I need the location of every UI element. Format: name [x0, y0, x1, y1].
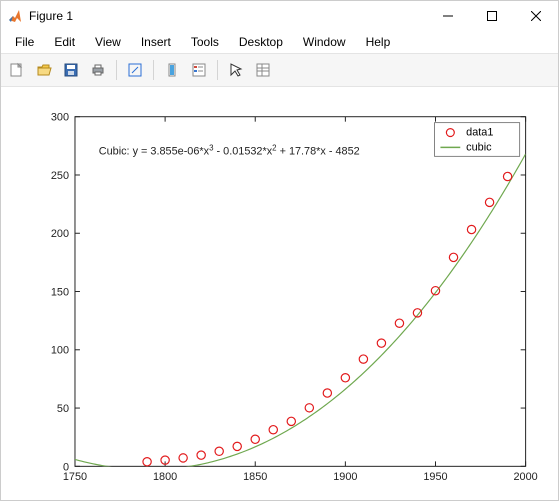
menu-edit[interactable]: Edit [44, 33, 85, 51]
x-tick-label: 2000 [514, 471, 538, 483]
minimize-button[interactable] [426, 1, 470, 31]
y-tick-label: 200 [51, 228, 69, 240]
y-tick-label: 0 [63, 461, 69, 473]
y-tick-label: 150 [51, 286, 69, 298]
open-property-inspector-button[interactable] [251, 58, 275, 82]
toolbar [1, 53, 558, 87]
fit-equation-text: Cubic: y = 3.855e-06*x3 - 0.01532*x2 + 1… [99, 143, 360, 158]
legend-label-0: data1 [466, 127, 493, 139]
x-tick-label: 1850 [243, 471, 267, 483]
menu-help[interactable]: Help [356, 33, 401, 51]
menubar: File Edit View Insert Tools Desktop Wind… [1, 31, 558, 53]
insert-legend-button[interactable] [187, 58, 211, 82]
x-tick-label: 1800 [153, 471, 177, 483]
close-button[interactable] [514, 1, 558, 31]
y-tick-label: 250 [51, 170, 69, 182]
axes[interactable]: 1750180018501900195020000501001502002503… [1, 87, 558, 500]
menu-tools[interactable]: Tools [181, 33, 229, 51]
y-tick-label: 300 [51, 112, 69, 124]
figure-window: Figure 1 File Edit View Insert Tools Des… [0, 0, 559, 501]
y-tick-label: 50 [57, 403, 69, 415]
maximize-button[interactable] [470, 1, 514, 31]
window-title: Figure 1 [29, 9, 426, 23]
plot-area[interactable]: 1750180018501900195020000501001502002503… [1, 87, 558, 500]
y-tick-label: 100 [51, 345, 69, 357]
x-tick-label: 1950 [423, 471, 447, 483]
new-figure-button[interactable] [5, 58, 29, 82]
menu-desktop[interactable]: Desktop [229, 33, 293, 51]
print-button[interactable] [86, 58, 110, 82]
open-button[interactable] [32, 58, 56, 82]
titlebar: Figure 1 [1, 1, 558, 31]
menu-file[interactable]: File [5, 33, 44, 51]
insert-colorbar-button[interactable] [160, 58, 184, 82]
save-button[interactable] [59, 58, 83, 82]
matlab-logo-icon [7, 8, 23, 24]
legend-label-1: cubic [466, 141, 492, 153]
menu-view[interactable]: View [85, 33, 131, 51]
x-tick-label: 1900 [333, 471, 357, 483]
edit-plot-button[interactable] [224, 58, 248, 82]
toolbar-sep-1 [116, 60, 117, 80]
menu-window[interactable]: Window [293, 33, 356, 51]
link-axes-button[interactable] [123, 58, 147, 82]
toolbar-sep-2 [153, 60, 154, 80]
menu-insert[interactable]: Insert [131, 33, 181, 51]
toolbar-sep-3 [217, 60, 218, 80]
